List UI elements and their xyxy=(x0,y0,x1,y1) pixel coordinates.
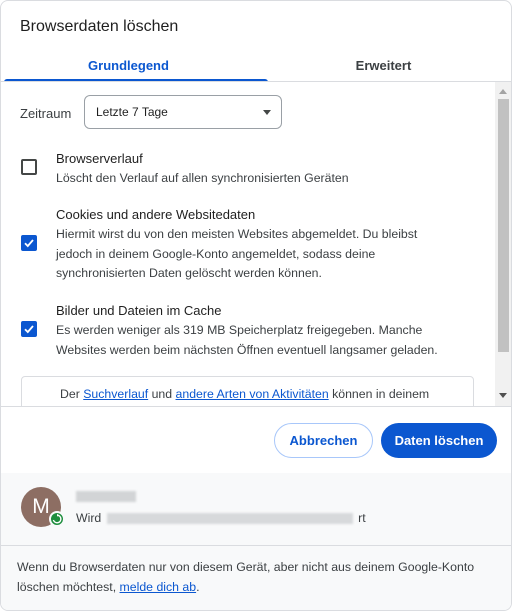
search-history-link[interactable]: Suchverlauf xyxy=(83,387,148,401)
tab-advanced[interactable]: Erweitert xyxy=(256,48,511,82)
account-section: M Wird rt Wenn du Browserdaten nur von d… xyxy=(1,473,511,610)
cookies-checkbox[interactable] xyxy=(21,235,37,251)
info-middle: und xyxy=(148,387,176,401)
status-redacted xyxy=(106,513,353,525)
clear-browsing-data-dialog: Browserdaten löschen Grundlegend Erweite… xyxy=(0,0,512,611)
info-prefix: Der xyxy=(60,387,84,401)
options-scroll-area[interactable]: Zeitraum Letzte 7 Tage Browserverlauf Lö… xyxy=(1,82,495,407)
account-sync-status: Wird rt xyxy=(76,511,366,525)
sign-out-note-text: Wenn du Browserdaten nur von diesem Gerä… xyxy=(17,560,475,594)
divider xyxy=(1,406,511,407)
scroll-up-icon[interactable] xyxy=(499,89,507,94)
sign-out-note-end: . xyxy=(196,580,200,594)
checkbox-checked-icon xyxy=(24,239,34,248)
status-suffix: rt xyxy=(358,511,366,525)
cache-checkbox[interactable] xyxy=(21,321,37,337)
delete-data-button[interactable]: Daten löschen xyxy=(381,423,497,458)
account-name-redacted xyxy=(76,491,136,502)
dialog-title: Browserdaten löschen xyxy=(20,18,179,35)
option-description: Es werden weniger als 319 MB Speicherpla… xyxy=(56,323,438,357)
dropdown-arrow-icon xyxy=(263,110,271,115)
info-suffix: können in deinem xyxy=(328,387,430,401)
cancel-button[interactable]: Abbrechen xyxy=(274,423,373,458)
time-range-label: Zeitraum xyxy=(20,106,72,121)
scroll-down-icon[interactable] xyxy=(499,393,507,398)
scroll-thumb[interactable] xyxy=(498,99,509,352)
sign-out-note: Wenn du Browserdaten nur von diesem Gerä… xyxy=(17,557,501,597)
info-text: Der Suchverlauf und andere Arten von Akt… xyxy=(60,387,429,401)
tab-bar: Grundlegend Erweitert xyxy=(1,48,511,82)
option-title: Bilder und Dateien im Cache xyxy=(56,303,222,318)
time-range-select[interactable]: Letzte 7 Tage xyxy=(84,95,282,129)
search-history-info-box: Der Suchverlauf und andere Arten von Akt… xyxy=(21,376,474,407)
browsing-history-checkbox[interactable] xyxy=(21,159,37,175)
option-title: Browserverlauf xyxy=(56,151,143,166)
checkbox-checked-icon xyxy=(24,325,34,334)
status-prefix: Wird xyxy=(76,511,102,525)
option-description: Hiermit wirst du von den meisten Website… xyxy=(56,227,418,280)
time-range-value: Letzte 7 Tage xyxy=(96,105,168,119)
option-description: Löscht den Verlauf auf allen synchronisi… xyxy=(56,171,349,185)
divider xyxy=(1,545,511,546)
sign-out-link[interactable]: melde dich ab xyxy=(120,580,197,594)
scrollbar[interactable] xyxy=(495,82,511,407)
sync-icon xyxy=(49,511,65,527)
other-activity-link[interactable]: andere Arten von Aktivitäten xyxy=(176,387,329,401)
option-title: Cookies und andere Websitedaten xyxy=(56,207,256,222)
tab-basic[interactable]: Grundlegend xyxy=(1,48,256,82)
